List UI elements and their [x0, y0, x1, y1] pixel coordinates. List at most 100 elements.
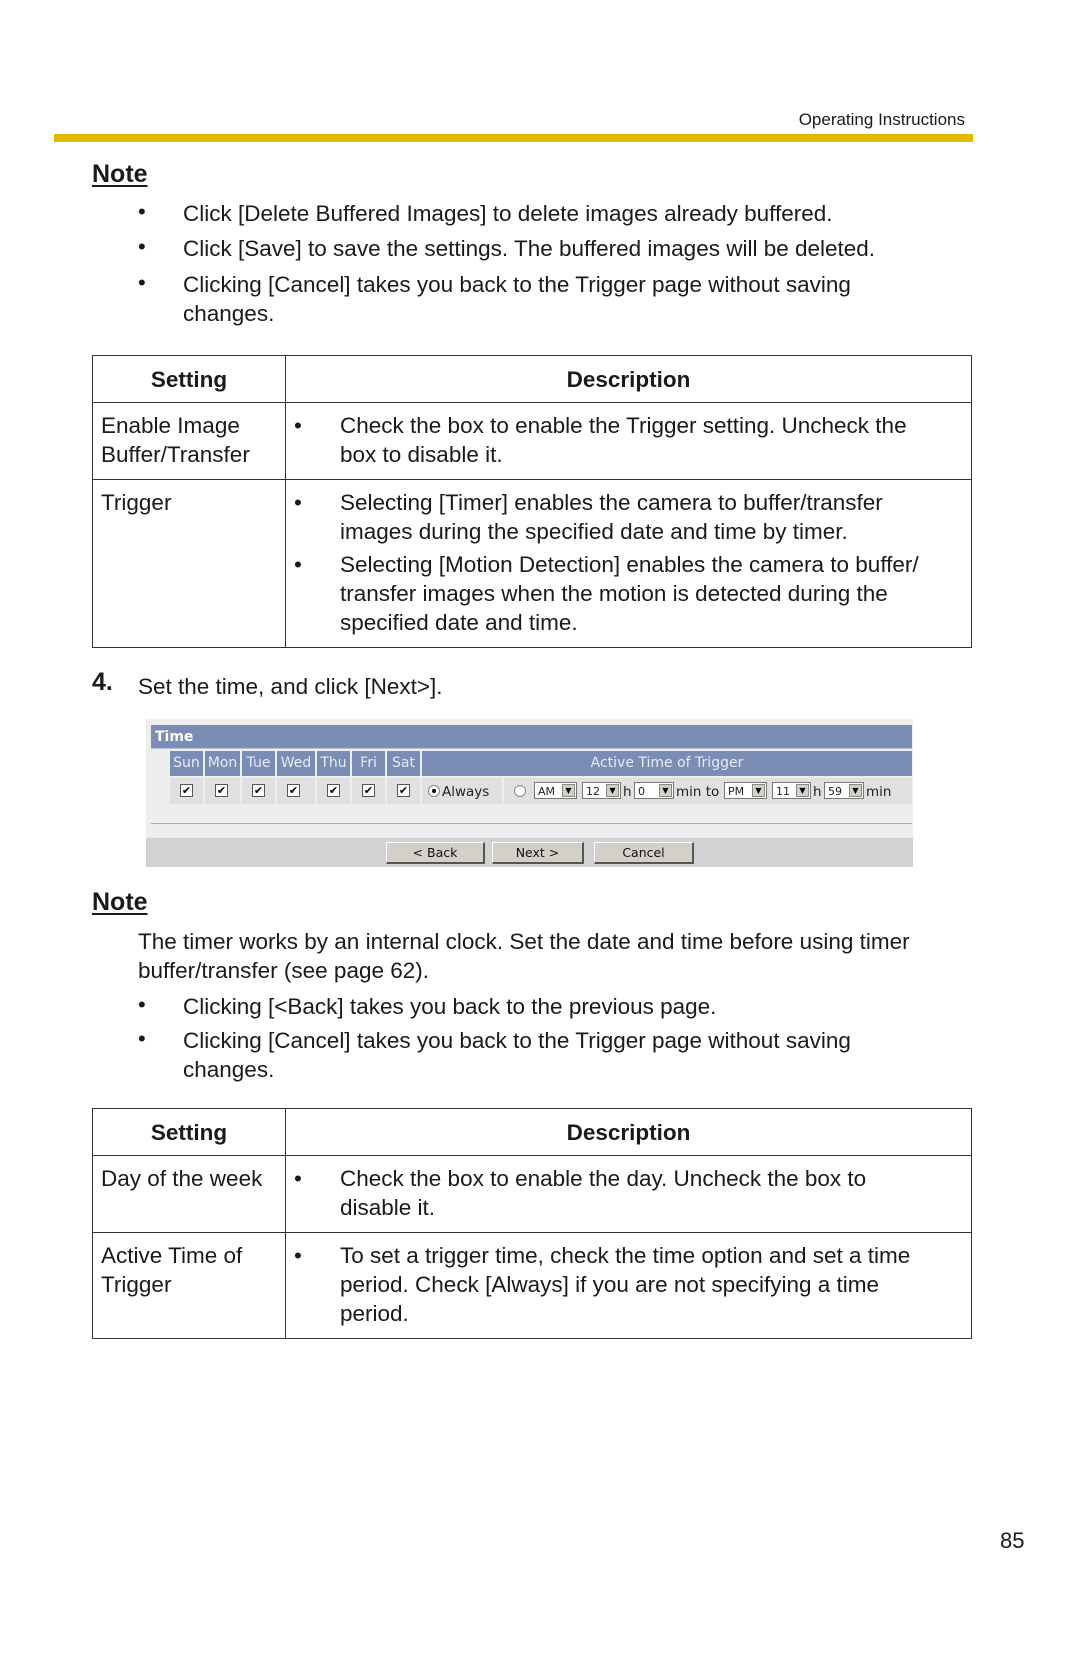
time-section-title: Time — [151, 725, 912, 749]
radio-time-range[interactable] — [514, 785, 526, 797]
day-header-tue: Tue — [242, 751, 275, 776]
page-number: 85 — [1000, 1528, 1025, 1553]
day-cell: ✔ — [242, 778, 275, 804]
note-heading: Note — [92, 160, 148, 188]
table-row: Day of the week • Check the box to enabl… — [92, 1155, 972, 1233]
note-paragraph: buffer/transfer (see page 62). — [138, 958, 430, 983]
checkbox-sat[interactable]: ✔ — [397, 784, 410, 797]
checkbox-fri[interactable]: ✔ — [362, 784, 375, 797]
select-value: 0 — [638, 785, 645, 798]
to-min-select[interactable]: 59 ▼ — [824, 782, 864, 799]
setting-name: Enable Image — [101, 413, 240, 438]
bullet-icon: • — [138, 992, 146, 1017]
step-text: Set the time, and click [Next>]. — [138, 674, 443, 699]
setting-cell: Enable Image Buffer/Transfer — [92, 402, 286, 480]
bullet-icon: • — [294, 1166, 302, 1191]
day-cell: ✔ — [317, 778, 350, 804]
note-paragraph: The timer works by an internal clock. Se… — [138, 929, 910, 954]
day-cell: ✔ — [205, 778, 240, 804]
description-cell: • Selecting [Timer] enables the camera t… — [285, 479, 972, 648]
bullet-icon: • — [138, 270, 146, 295]
day-cell: ✔ — [387, 778, 420, 804]
day-header-sat: Sat — [387, 751, 420, 776]
header-accent-bar — [54, 134, 973, 142]
bullet-icon: • — [138, 199, 146, 224]
dropdown-arrow-icon: ▼ — [849, 784, 862, 797]
select-value: 59 — [828, 785, 842, 798]
description-cell: • To set a trigger time, check the time … — [285, 1232, 972, 1339]
description-cell: • Check the box to enable the day. Unche… — [285, 1155, 972, 1233]
select-value: PM — [728, 785, 745, 798]
setting-name: Buffer/Transfer — [101, 442, 250, 467]
note-bullet-text: Clicking [Cancel] takes you back to the … — [183, 1028, 851, 1053]
next-button[interactable]: Next > — [492, 842, 584, 864]
running-header: Operating Instructions — [798, 110, 965, 129]
table-header-row: Setting Description — [92, 355, 972, 403]
min-unit-label: min — [866, 784, 892, 800]
desc-line: box to disable it. — [340, 442, 503, 467]
from-hour-select[interactable]: 12 ▼ — [582, 782, 621, 799]
day-cell: ✔ — [277, 778, 315, 804]
setting-cell: Day of the week — [92, 1155, 286, 1233]
table-header-row: Setting Description — [92, 1108, 972, 1156]
day-cell: ✔ — [170, 778, 203, 804]
checkbox-tue[interactable]: ✔ — [252, 784, 265, 797]
dropdown-arrow-icon: ▼ — [659, 784, 672, 797]
from-ampm-select[interactable]: AM ▼ — [534, 782, 577, 799]
day-header-sun: Sun — [170, 751, 203, 776]
note-bullet-text: Clicking [Cancel] takes you back to the … — [183, 272, 851, 297]
to-hour-select[interactable]: 11 ▼ — [772, 782, 811, 799]
day-header-fri: Fri — [352, 751, 385, 776]
min-to-label: min to — [676, 784, 720, 800]
description-cell: • Check the box to enable the Trigger se… — [285, 402, 972, 480]
note-bullet-text: Click [Delete Buffered Images] to delete… — [183, 201, 833, 226]
always-label[interactable]: Always — [442, 784, 489, 800]
day-header-wed: Wed — [277, 751, 315, 776]
setting-name: Active Time of — [101, 1243, 243, 1268]
day-header-thu: Thu — [317, 751, 350, 776]
from-min-select[interactable]: 0 ▼ — [634, 782, 674, 799]
desc-line: Selecting [Timer] enables the camera to … — [340, 490, 883, 515]
note-bullet-text: Click [Save] to save the settings. The b… — [183, 236, 876, 261]
always-cell: Always — [422, 778, 502, 804]
checkbox-wed[interactable]: ✔ — [287, 784, 300, 797]
desc-line: transfer images when the motion is detec… — [340, 581, 888, 606]
to-ampm-select[interactable]: PM ▼ — [724, 782, 767, 799]
dropdown-arrow-icon: ▼ — [606, 784, 619, 797]
dropdown-arrow-icon: ▼ — [562, 784, 575, 797]
table-row: Active Time of Trigger • To set a trigge… — [92, 1232, 972, 1339]
section-divider — [151, 823, 912, 824]
day-header-mon: Mon — [205, 751, 240, 776]
setting-name: Trigger — [101, 1272, 172, 1297]
active-time-header: Active Time of Trigger — [422, 751, 912, 776]
bullet-icon: • — [294, 490, 302, 515]
select-value: AM — [538, 785, 556, 798]
dropdown-arrow-icon: ▼ — [752, 784, 765, 797]
note-bullet-text-cont: changes. — [183, 301, 275, 326]
table-row: Enable Image Buffer/Transfer • Check the… — [92, 402, 972, 480]
desc-line: Check the box to enable the day. Uncheck… — [340, 1166, 867, 1191]
checkbox-mon[interactable]: ✔ — [215, 784, 228, 797]
cancel-button[interactable]: Cancel — [594, 842, 694, 864]
select-value: 12 — [586, 785, 600, 798]
button-bar: < Back Next > Cancel — [146, 838, 913, 867]
setting-name: Trigger — [101, 490, 172, 515]
radio-always[interactable] — [428, 785, 440, 797]
desc-line: specified date and time. — [340, 610, 578, 635]
desc-line: period. Check [Always] if you are not sp… — [340, 1272, 880, 1297]
setting-cell: Trigger — [92, 479, 286, 648]
step-number: 4. — [92, 668, 113, 696]
col-header-setting: Setting — [92, 1108, 286, 1156]
bullet-icon: • — [138, 1026, 146, 1051]
checkbox-thu[interactable]: ✔ — [327, 784, 340, 797]
hour-unit-label: h — [813, 784, 822, 800]
note-bullet-text-cont: changes. — [183, 1057, 275, 1082]
desc-line: period. — [340, 1301, 409, 1326]
bullet-icon: • — [294, 552, 302, 577]
time-settings-panel: Time Sun Mon Tue Wed Thu Fri Sat Active … — [146, 719, 913, 867]
select-value: 11 — [776, 785, 790, 798]
back-button[interactable]: < Back — [386, 842, 485, 864]
checkbox-sun[interactable]: ✔ — [180, 784, 193, 797]
settings-table-2: Setting Description Day of the week • Ch… — [92, 1108, 972, 1339]
dropdown-arrow-icon: ▼ — [796, 784, 809, 797]
